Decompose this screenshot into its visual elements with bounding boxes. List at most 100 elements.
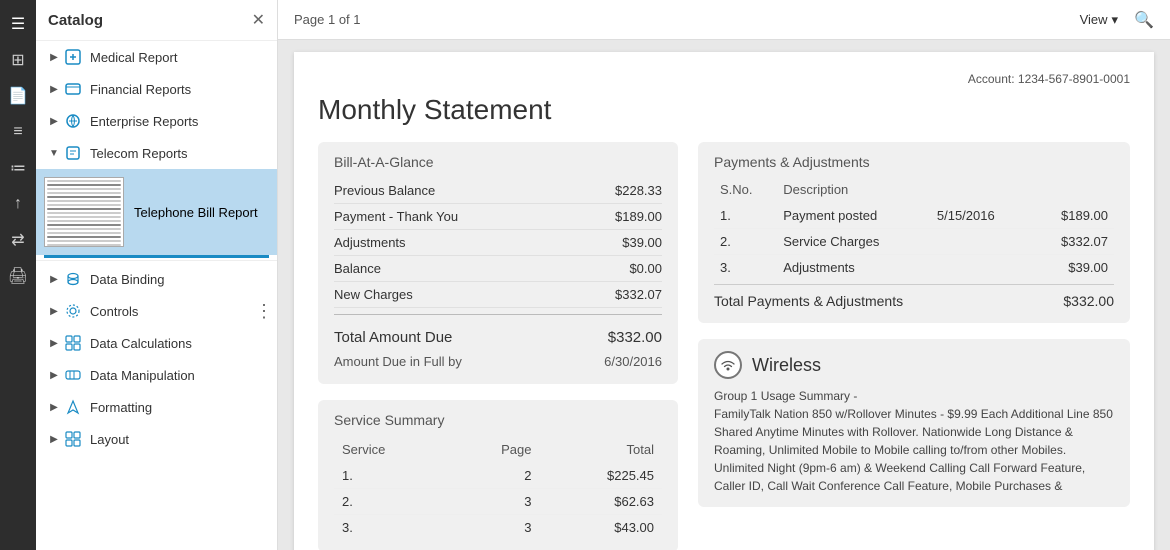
svc-row-1-page: 3: [449, 489, 539, 515]
print-icon[interactable]: 🖨: [2, 260, 34, 292]
view-label: View: [1080, 12, 1108, 27]
svc-row-1: 2. 3 $62.63: [334, 489, 662, 515]
payments-title: Payments & Adjustments: [714, 154, 1114, 170]
content-area: Account: 1234-567-8901-0001 Monthly Stat…: [278, 40, 1170, 550]
document-icon[interactable]: 📄: [2, 80, 34, 112]
bill-row-4-label: New Charges: [334, 287, 413, 302]
right-column: Payments & Adjustments S.No. Description: [698, 142, 1130, 550]
up-icon[interactable]: ↑: [2, 188, 34, 220]
catalog-header: Catalog ✕: [36, 0, 277, 41]
two-column-layout: Bill-At-A-Glance Previous Balance $228.3…: [318, 142, 1130, 550]
divider-1: [36, 260, 277, 261]
sidebar-item-formatting[interactable]: ▶ Formatting: [36, 391, 277, 423]
sidebar-item-financial[interactable]: ▶ Financial Reports: [36, 73, 277, 105]
arrow-formatting: ▶: [48, 401, 60, 413]
bill-at-glance-box: Bill-At-A-Glance Previous Balance $228.3…: [318, 142, 678, 384]
swap-icon[interactable]: ⇄: [2, 224, 34, 256]
kebab-menu-controls[interactable]: ⋮: [251, 301, 277, 322]
svc-row-0-no: 1.: [334, 463, 449, 489]
data-binding-icon: [64, 270, 82, 288]
arrow-data-manipulation: ▶: [48, 369, 60, 381]
bill-row-4-value: $332.07: [615, 287, 662, 302]
arrow-data-calculations: ▶: [48, 337, 60, 349]
bill-row-2-label: Adjustments: [334, 235, 406, 250]
catalog-close-button[interactable]: ✕: [252, 10, 265, 30]
sidebar-item-enterprise[interactable]: ▶ Enterprise Reports: [36, 105, 277, 137]
pay-row-1-date: [931, 229, 1030, 255]
bill-row-1-label: Payment - Thank You: [334, 209, 458, 224]
sidebar-item-telecom[interactable]: ▼ Telecom Reports: [36, 137, 277, 169]
bill-row-3-value: $0.00: [629, 261, 662, 276]
bill-at-glance-title: Bill-At-A-Glance: [334, 154, 662, 170]
indent-icon[interactable]: ≔: [2, 152, 34, 184]
bill-due-label: Amount Due in Full by: [334, 354, 462, 369]
svc-row-0-page: 2: [449, 463, 539, 489]
pay-row-2-desc: Adjustments: [777, 255, 931, 281]
pay-row-2-no: 3.: [714, 255, 777, 281]
service-summary-table: Service Page Total 1. 2 $225.45: [334, 436, 662, 540]
data-calculations-icon: [64, 334, 82, 352]
wireless-box: Wireless Group 1 Usage Summary - FamilyT…: [698, 339, 1130, 507]
search-button[interactable]: 🔍: [1134, 10, 1154, 30]
sidebar-item-data-binding[interactable]: ▶ Data Binding: [36, 263, 277, 295]
wireless-text: Group 1 Usage Summary - FamilyTalk Natio…: [714, 387, 1114, 495]
monthly-statement-title: Monthly Statement: [318, 94, 1130, 126]
pay-row-1: 2. Service Charges $332.07: [714, 229, 1114, 255]
bill-due-date: 6/30/2016: [604, 354, 662, 369]
sidebar-item-data-calculations[interactable]: ▶ Data Calculations: [36, 327, 277, 359]
document-page: Account: 1234-567-8901-0001 Monthly Stat…: [294, 52, 1154, 550]
sidebar-label-formatting: Formatting: [90, 400, 152, 415]
thumbnail-preview[interactable]: [44, 177, 124, 247]
pay-row-2-amount: $39.00: [1030, 255, 1114, 281]
svc-row-0-total: $225.45: [540, 463, 662, 489]
menu-icon[interactable]: ☰: [2, 8, 34, 40]
bill-row-2-value: $39.00: [622, 235, 662, 250]
arrow-medical: ▶: [48, 51, 60, 63]
pay-col-amount: [1030, 178, 1114, 203]
layout-icon: [64, 430, 82, 448]
pay-row-0-date: 5/15/2016: [931, 203, 1030, 229]
sidebar-item-data-manipulation[interactable]: ▶ Data Manipulation: [36, 359, 277, 391]
controls-icon: [64, 302, 82, 320]
enterprise-icon: [64, 112, 82, 130]
svc-row-2-no: 3.: [334, 515, 449, 541]
catalog-items: ▶ Medical Report ▶ Financial Reports ▶ E…: [36, 41, 277, 550]
bill-total-row: Total Amount Due $332.00: [334, 321, 662, 351]
pay-row-2-date: [931, 255, 1030, 281]
sidebar-item-controls[interactable]: ▶ Controls: [36, 295, 251, 327]
view-button[interactable]: View ▾: [1080, 12, 1118, 28]
formatting-icon: [64, 398, 82, 416]
svc-col-page: Page: [449, 436, 539, 463]
financial-icon: [64, 80, 82, 98]
pay-row-0-desc: Payment posted: [777, 203, 931, 229]
sidebar-label-data-manipulation: Data Manipulation: [90, 368, 195, 383]
bill-row-3-label: Balance: [334, 261, 381, 276]
pay-row-1-no: 2.: [714, 229, 777, 255]
svc-row-2-total: $43.00: [540, 515, 662, 541]
list-icon[interactable]: ≡: [2, 116, 34, 148]
icon-bar: ☰ ⊞ 📄 ≡ ≔ ↑ ⇄ 🖨: [0, 0, 36, 550]
main-area: Page 1 of 1 View ▾ 🔍 Account: 1234-567-8…: [278, 0, 1170, 550]
svc-row-2-page: 3: [449, 515, 539, 541]
bill-due-row: Amount Due in Full by 6/30/2016: [334, 351, 662, 372]
sidebar-item-layout[interactable]: ▶ Layout: [36, 423, 277, 455]
selected-underline: [44, 255, 269, 258]
arrow-controls: ▶: [48, 305, 60, 317]
sidebar-label-financial: Financial Reports: [90, 82, 191, 97]
arrow-financial: ▶: [48, 83, 60, 95]
grid-icon[interactable]: ⊞: [2, 44, 34, 76]
pay-row-1-amount: $332.07: [1030, 229, 1114, 255]
svc-col-service: Service: [334, 436, 449, 463]
pay-row-0-no: 1.: [714, 203, 777, 229]
sidebar-item-medical[interactable]: ▶ Medical Report: [36, 41, 277, 73]
svc-table-header: Service Page Total: [334, 436, 662, 463]
pay-col-desc: Description: [777, 178, 931, 203]
pay-row-1-desc: Service Charges: [777, 229, 931, 255]
service-summary-title: Service Summary: [334, 412, 662, 428]
bill-row-2: Adjustments $39.00: [334, 230, 662, 256]
wireless-title-row: Wireless: [714, 351, 1114, 379]
wireless-icon: [714, 351, 742, 379]
wireless-title-text: Wireless: [752, 355, 821, 376]
arrow-enterprise: ▶: [48, 115, 60, 127]
svc-row-1-total: $62.63: [540, 489, 662, 515]
